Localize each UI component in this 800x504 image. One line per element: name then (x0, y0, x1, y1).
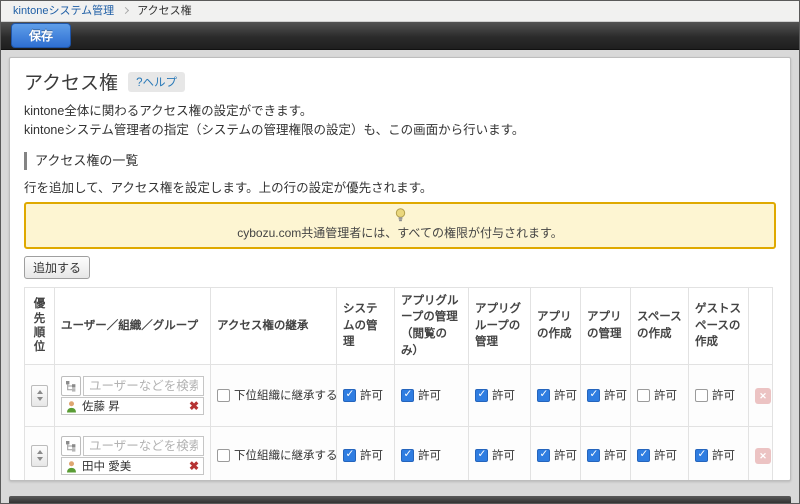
remove-entity-button[interactable]: ✖ (188, 400, 200, 412)
perm-space-create-checkbox[interactable] (637, 448, 650, 462)
selected-entity: 田中 愛美 ✖ (61, 457, 204, 476)
permit-label: 許可 (654, 390, 677, 403)
permit-label: 許可 (360, 390, 383, 403)
perm-app-admin-checkbox[interactable] (587, 388, 600, 402)
permit-label: 許可 (604, 450, 627, 463)
entity-name: 田中 愛美 (82, 461, 132, 474)
delete-row-button[interactable]: ✕ (755, 447, 771, 464)
breadcrumb-chevron-icon (122, 6, 130, 15)
spinner-down-icon (36, 457, 43, 462)
remove-entity-button[interactable]: ✖ (188, 460, 200, 472)
priority-spinner[interactable] (31, 384, 48, 407)
selected-entity: 佐藤 昇 ✖ (61, 397, 204, 416)
delete-row-button[interactable]: ✕ (755, 387, 771, 404)
permit-label: 許可 (604, 390, 627, 403)
description-line-2: kintoneシステム管理者の指定（システムの管理権限の設定）も、この画面から行… (24, 122, 525, 137)
save-button[interactable]: 保存 (11, 23, 72, 48)
section-heading: アクセス権の一覧 (24, 151, 776, 170)
inherit-label: 下位組織に継承する (234, 450, 338, 463)
breadcrumb: kintoneシステム管理 アクセス権 (1, 1, 799, 22)
toolbar: 保存 (1, 22, 799, 50)
header-entity: ユーザー／組織／グループ (54, 286, 211, 366)
user-icon (67, 401, 76, 413)
table-header-row: 優先順位 ユーザー／組織／グループ アクセス権の継承 システムの管理 アプリグル… (24, 286, 773, 366)
entity-search-input[interactable] (83, 436, 204, 457)
permit-label: 許可 (712, 390, 735, 403)
header-app-create: アプリの作成 (530, 286, 581, 366)
header-guestspace-create: ゲストスペースの作成 (688, 286, 749, 366)
permit-label: 許可 (654, 450, 677, 463)
permit-label: 許可 (492, 390, 515, 403)
table-row-sato: 佐藤 昇 ✖ 下位組織に継承する 許可 許可 許可 許可 許可 許可 許可 ✕ (24, 364, 773, 428)
org-tree-button[interactable] (61, 376, 81, 397)
content-panel: アクセス権 ?ヘルプ kintone全体に関わるアクセス権の設定ができます。 k… (9, 57, 791, 481)
org-tree-icon (66, 381, 76, 392)
header-actions (748, 286, 773, 366)
page-body: アクセス権 ?ヘルプ kintone全体に関わるアクセス権の設定ができます。 k… (1, 51, 799, 503)
permit-label: 許可 (554, 450, 577, 463)
info-banner: cybozu.com共通管理者には、すべての権限が付与されます。 (24, 201, 776, 249)
inherit-checkbox[interactable] (217, 388, 230, 402)
perm-appgroup-view-checkbox[interactable] (401, 448, 414, 462)
breadcrumb-current: アクセス権 (137, 5, 192, 17)
header-inheritance: アクセス権の継承 (210, 286, 337, 366)
entity-search-input[interactable] (83, 376, 204, 397)
info-banner-text: cybozu.com共通管理者には、すべての権限が付与されます。 (237, 225, 563, 240)
user-icon (67, 461, 76, 473)
table-row-tanaka: 田中 愛美 ✖ 下位組織に継承する 許可 許可 許可 許可 許可 許可 許可 ✕ (24, 426, 773, 480)
permissions-table: 優先順位 ユーザー／組織／グループ アクセス権の継承 システムの管理 アプリグル… (24, 286, 773, 480)
perm-app-create-checkbox[interactable] (537, 448, 550, 462)
perm-system-admin-checkbox[interactable] (343, 448, 356, 462)
inherit-checkbox[interactable] (217, 448, 230, 462)
perm-appgroup-admin-checkbox[interactable] (475, 448, 488, 462)
inherit-label: 下位組織に継承する (234, 390, 338, 403)
spinner-down-icon (36, 397, 43, 402)
perm-app-create-checkbox[interactable] (537, 388, 550, 402)
perm-appgroup-admin-checkbox[interactable] (475, 388, 488, 402)
add-row-button[interactable]: 追加する (24, 255, 91, 279)
header-priority: 優先順位 (24, 286, 55, 366)
header-appgroup-admin: アプリグループの管理 (468, 286, 531, 366)
perm-system-admin-checkbox[interactable] (343, 388, 356, 402)
perm-appgroup-view-checkbox[interactable] (401, 388, 414, 402)
spinner-up-icon (36, 450, 43, 455)
page-title: アクセス権 (24, 73, 119, 94)
spinner-up-icon (36, 390, 43, 395)
lightbulb-icon (395, 207, 405, 221)
org-tree-button[interactable] (61, 436, 81, 457)
permit-label: 許可 (492, 450, 515, 463)
permit-label: 許可 (418, 390, 441, 403)
permit-label: 許可 (360, 450, 383, 463)
permit-label: 許可 (418, 450, 441, 463)
perm-space-create-checkbox[interactable] (637, 388, 650, 402)
header-app-admin: アプリの管理 (580, 286, 631, 366)
priority-spinner[interactable] (31, 444, 48, 467)
section-note: 行を追加して、アクセス権を設定します。上の行の設定が優先されます。 (24, 180, 433, 195)
description-line-1: kintone全体に関わるアクセス権の設定ができます。 (24, 104, 313, 118)
org-tree-icon (66, 441, 76, 452)
help-link[interactable]: ?ヘルプ (128, 71, 185, 92)
header-system-admin: システムの管理 (336, 286, 395, 366)
permit-label: 許可 (712, 450, 735, 463)
footer-bar (9, 496, 791, 503)
perm-guestspace-create-checkbox[interactable] (695, 448, 708, 462)
header-appgroup-view: アプリグループの管理（閲覧のみ） (394, 286, 469, 366)
entity-name: 佐藤 昇 (82, 401, 120, 414)
perm-guestspace-create-checkbox[interactable] (695, 388, 708, 402)
perm-app-admin-checkbox[interactable] (587, 448, 600, 462)
permit-label: 許可 (554, 390, 577, 403)
breadcrumb-link-system-admin[interactable]: kintoneシステム管理 (13, 5, 114, 17)
header-space-create: スペースの作成 (630, 286, 689, 366)
